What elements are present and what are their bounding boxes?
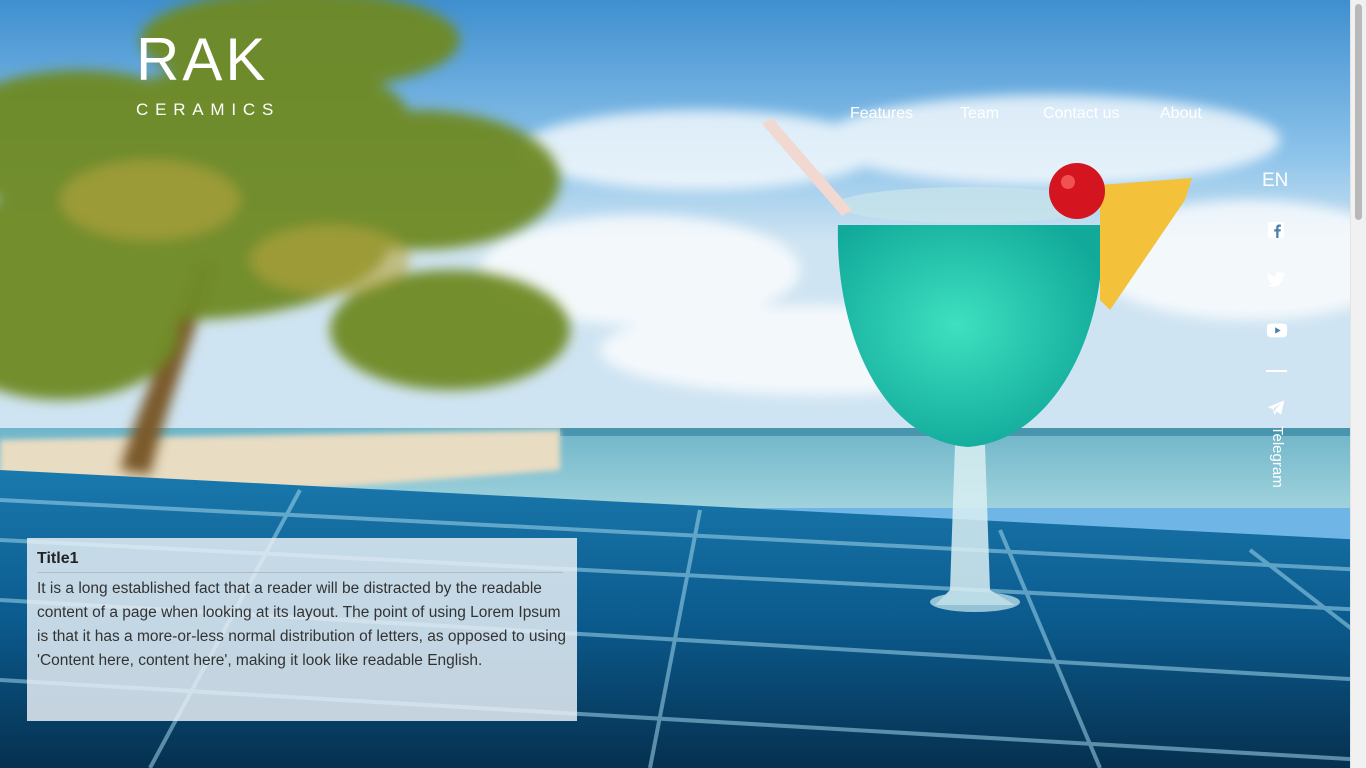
brand-subtitle: CERAMICS — [136, 100, 281, 119]
nav-item-contact-us[interactable]: Contact us — [1043, 104, 1119, 124]
youtube-icon[interactable] — [1266, 320, 1288, 340]
hero-section: RAK CERAMICS Features Team Contact us Ab… — [0, 0, 1366, 768]
nav-item-about[interactable]: About — [1160, 104, 1202, 124]
language-switcher[interactable]: EN — [1262, 170, 1288, 192]
page-scrollbar[interactable] — [1350, 0, 1366, 768]
telegram-icon[interactable] — [1266, 398, 1286, 418]
nav-item-features[interactable]: Features — [850, 104, 913, 124]
brand-logo[interactable]: RAK CERAMICS — [136, 30, 280, 120]
rail-divider — [1266, 370, 1287, 372]
telegram-link[interactable]: Telegram — [1269, 426, 1286, 488]
brand-name: RAK — [136, 26, 269, 93]
card-body: It is a long established fact that a rea… — [37, 580, 566, 669]
nav-item-team[interactable]: Team — [960, 104, 999, 124]
info-card: Title1 It is a long established fact tha… — [27, 538, 577, 721]
facebook-icon[interactable] — [1266, 220, 1286, 240]
card-title: Title1 — [37, 550, 563, 573]
twitter-icon[interactable] — [1266, 270, 1286, 290]
scrollbar-thumb[interactable] — [1355, 4, 1362, 220]
